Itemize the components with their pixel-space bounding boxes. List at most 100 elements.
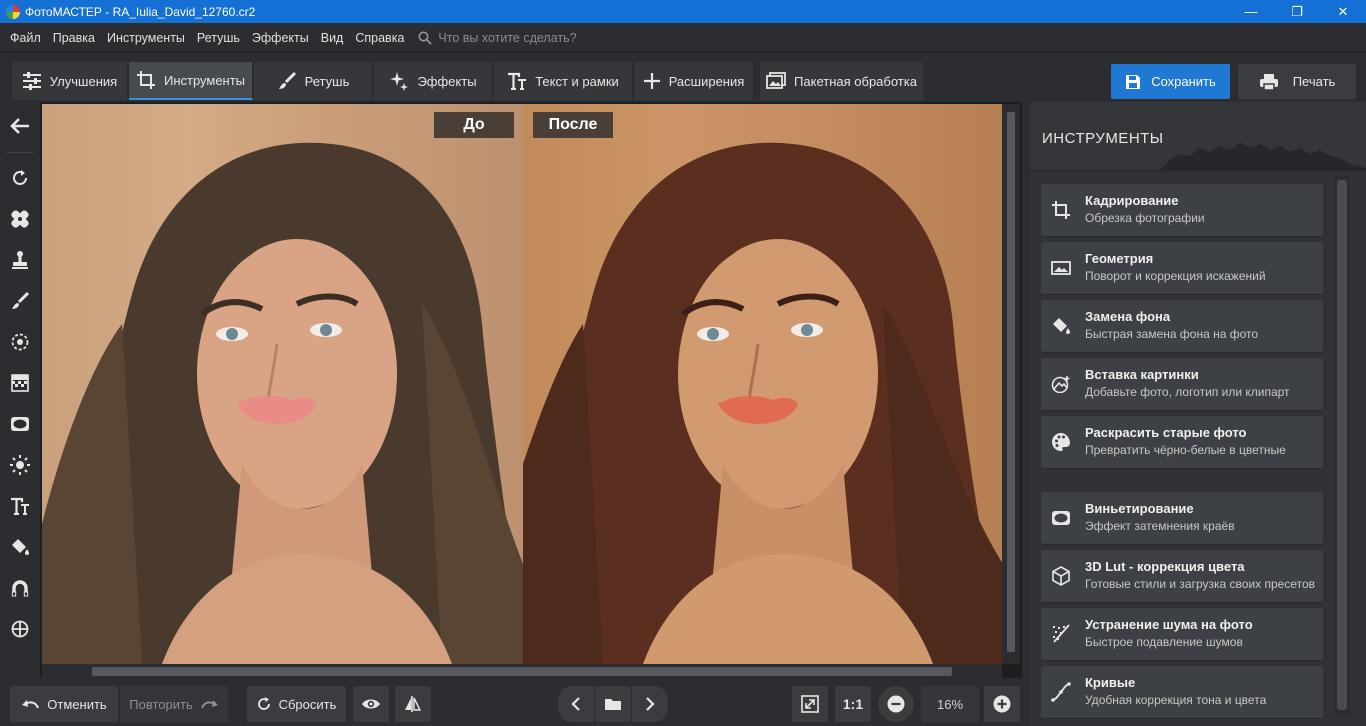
vscroll-thumb[interactable]: [1007, 112, 1015, 652]
open-folder-button[interactable]: [595, 686, 631, 722]
zoom-in-button[interactable]: [984, 686, 1020, 722]
actual-size-button[interactable]: 1:1: [835, 686, 871, 722]
menu-help[interactable]: Справка: [349, 31, 410, 45]
toolbar-divider: [6, 152, 34, 153]
gradient-filter-tool[interactable]: [0, 363, 40, 403]
menu-edit[interactable]: Правка: [47, 31, 101, 45]
minimize-button[interactable]: —: [1228, 0, 1274, 23]
canvas-horizontal-scrollbar[interactable]: [42, 664, 1002, 678]
tool-title: Кривые: [1085, 675, 1136, 690]
search-placeholder: Что вы хотите сделать?: [438, 30, 577, 45]
healing-tool[interactable]: [0, 199, 40, 239]
tab-text-frames[interactable]: Текст и рамки: [494, 62, 633, 100]
palette-icon: [1049, 430, 1073, 454]
tool-item-background-replace[interactable]: Замена фона Быстрая замена фона на фото: [1041, 300, 1323, 352]
save-label: Сохранить: [1151, 74, 1216, 89]
tab-text-frames-label: Текст и рамки: [535, 73, 619, 89]
maximize-button[interactable]: ❐: [1274, 0, 1320, 23]
tab-retouch-label: Ретушь: [304, 73, 350, 89]
tab-extensions[interactable]: Расширения: [634, 62, 754, 100]
tab-retouch[interactable]: Ретушь: [254, 62, 373, 100]
redo-icon: [200, 700, 218, 709]
tool-description: Эффект затемнения краёв: [1085, 519, 1235, 533]
liquify-tool[interactable]: [0, 568, 40, 608]
vignette-tool[interactable]: [0, 404, 40, 444]
tool-item-insert-image[interactable]: Вставка картинки Добавьте фото, логотип …: [1041, 358, 1323, 410]
compare-icon: [405, 696, 422, 712]
plus-icon: [643, 73, 660, 89]
previous-photo-button[interactable]: [558, 686, 594, 722]
tab-enhancements-label: Улучшения: [49, 73, 118, 89]
fit-to-screen-button[interactable]: [792, 686, 828, 722]
sun-icon: [10, 455, 30, 475]
fill-tool[interactable]: [0, 527, 40, 567]
tool-item-geometry[interactable]: Геометрия Поворот и коррекция искажений: [1041, 242, 1323, 294]
undo-button[interactable]: Отменить: [10, 686, 118, 722]
canvas-vertical-scrollbar[interactable]: [1002, 104, 1020, 664]
tool-item-denoise[interactable]: Устранение шума на фото Быстрое подавлен…: [1041, 608, 1323, 660]
photo-canvas[interactable]: До После: [40, 102, 1022, 678]
eye-icon: [362, 699, 380, 709]
target-tool[interactable]: [0, 609, 40, 649]
tool-item-3d-lut[interactable]: 3D Lut - коррекция цвета Готовые стили и…: [1041, 550, 1323, 602]
next-photo-button[interactable]: [632, 686, 668, 722]
back-button[interactable]: [0, 106, 40, 146]
light-tool[interactable]: [0, 445, 40, 485]
tool-title: Вставка картинки: [1085, 367, 1199, 382]
bandage-icon: [11, 210, 29, 228]
tool-item-curves[interactable]: Кривые Удобная коррекция тона и цвета: [1041, 666, 1323, 718]
tool-item-vignette[interactable]: Виньетирование Эффект затемнения краёв: [1041, 492, 1323, 544]
brush-icon: [278, 71, 296, 89]
menu-view[interactable]: Вид: [315, 31, 350, 45]
menu-tools[interactable]: Инструменты: [101, 31, 191, 45]
before-photo: [42, 104, 523, 664]
folder-icon: [605, 699, 621, 710]
tools-list: Кадрирование Обрезка фотографии Геометри…: [1030, 172, 1366, 726]
tools-panel-header: ИНСТРУМЕНТЫ: [1030, 102, 1366, 170]
reset-button[interactable]: Сбросить: [247, 686, 346, 722]
tool-title: Замена фона: [1085, 309, 1171, 324]
after-photo: [523, 104, 1003, 664]
rotate-tool[interactable]: [0, 158, 40, 198]
text-tool[interactable]: [0, 486, 40, 526]
window-title: ФотоМАСТЕР - RA_Iulia_David_12760.cr2: [25, 4, 256, 19]
menu-file[interactable]: Файл: [0, 31, 47, 45]
compare-toggle-button[interactable]: [395, 686, 431, 722]
tab-tools[interactable]: Инструменты: [129, 62, 253, 100]
printer-icon: [1259, 73, 1278, 91]
menu-bar: Файл Правка Инструменты Ретушь Эффекты В…: [0, 23, 1366, 52]
reset-icon: [257, 697, 270, 710]
brush-tool[interactable]: [0, 281, 40, 321]
tools-panel-scroll-thumb[interactable]: [1337, 180, 1347, 710]
menu-search[interactable]: Что вы хотите сделать?: [418, 30, 577, 45]
paint-bucket-icon: [1049, 314, 1073, 338]
geometry-icon: [1049, 256, 1073, 280]
menu-effects[interactable]: Эффекты: [246, 31, 315, 45]
tool-title: Раскрасить старые фото: [1085, 425, 1247, 440]
radial-filter-tool[interactable]: [0, 322, 40, 362]
zoom-in-icon: [993, 695, 1011, 713]
tool-title: Кадрирование: [1085, 193, 1179, 208]
tab-effects[interactable]: Эффекты: [374, 62, 493, 100]
tab-enhancements[interactable]: Улучшения: [12, 62, 128, 100]
noise-icon: [1049, 622, 1073, 646]
undo-label: Отменить: [47, 696, 107, 712]
menu-retouch[interactable]: Ретушь: [191, 31, 246, 45]
zoom-out-button[interactable]: [878, 686, 914, 722]
zoom-level-field[interactable]: 16%: [921, 686, 979, 722]
stamp-tool[interactable]: [0, 240, 40, 280]
preview-toggle-button[interactable]: [353, 686, 389, 722]
tools-panel-scrollbar[interactable]: [1334, 176, 1350, 716]
print-button[interactable]: Печать: [1238, 64, 1356, 99]
redo-button[interactable]: Повторить: [120, 686, 228, 722]
text-icon: [508, 72, 527, 90]
tool-item-colorize[interactable]: Раскрасить старые фото Превратить чёрно-…: [1041, 416, 1323, 468]
tool-item-crop[interactable]: Кадрирование Обрезка фотографии: [1041, 184, 1323, 236]
crop-icon: [136, 71, 155, 89]
rotate-icon: [13, 170, 27, 185]
batch-processing-button[interactable]: Пакетная обработка: [760, 62, 923, 100]
reset-label: Сбросить: [278, 696, 337, 712]
hscroll-thumb[interactable]: [92, 667, 952, 676]
save-button[interactable]: Сохранить: [1111, 64, 1230, 99]
close-button[interactable]: ✕: [1320, 0, 1366, 23]
